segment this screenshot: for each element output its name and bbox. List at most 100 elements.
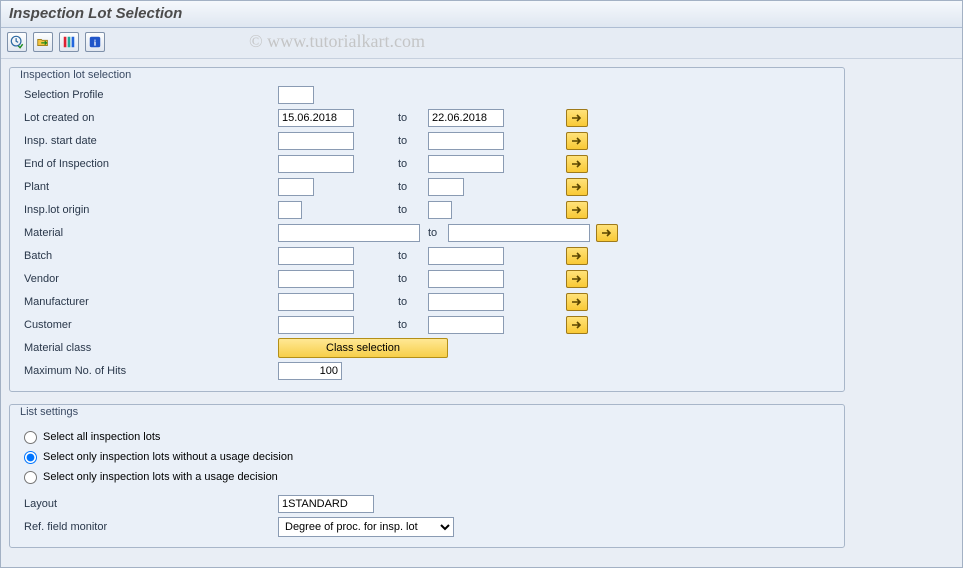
- multi-vendor[interactable]: [566, 270, 588, 288]
- multi-customer[interactable]: [566, 316, 588, 334]
- input-end-from[interactable]: [278, 155, 354, 173]
- input-batch-from[interactable]: [278, 247, 354, 265]
- input-vendor-from[interactable]: [278, 270, 354, 288]
- to-label-customer: to: [398, 319, 428, 331]
- row-plant: Plant to: [20, 176, 834, 198]
- input-manufacturer-to[interactable]: [428, 293, 504, 311]
- multi-material[interactable]: [596, 224, 618, 242]
- select-ref-monitor[interactable]: Degree of proc. for insp. lot: [278, 517, 454, 537]
- input-batch-to[interactable]: [428, 247, 504, 265]
- label-end-date: End of Inspection: [20, 158, 278, 170]
- input-lot-created-to[interactable]: [428, 109, 504, 127]
- multi-manufacturer[interactable]: [566, 293, 588, 311]
- app-root: Inspection Lot Selection © www.tutorialk…: [1, 1, 962, 567]
- clock-check-icon: [10, 35, 24, 49]
- row-start-date: Insp. start date to: [20, 130, 834, 152]
- arrow-right-icon: [571, 182, 583, 192]
- color-legend-button[interactable]: [59, 32, 79, 52]
- input-customer-to[interactable]: [428, 316, 504, 334]
- label-manufacturer: Manufacturer: [20, 296, 278, 308]
- multi-origin[interactable]: [566, 201, 588, 219]
- to-label-plant: to: [398, 181, 428, 193]
- class-selection-button[interactable]: Class selection: [278, 338, 448, 358]
- label-batch: Batch: [20, 250, 278, 262]
- radio-label-2: Select only inspection lots without a us…: [43, 451, 293, 463]
- label-vendor: Vendor: [20, 273, 278, 285]
- row-lot-created: Lot created on to: [20, 107, 834, 129]
- folder-arrow-icon: [36, 35, 50, 49]
- label-max-hits: Maximum No. of Hits: [20, 365, 278, 377]
- label-material-class: Material class: [20, 342, 278, 354]
- radio-label-3: Select only inspection lots with a usage…: [43, 471, 278, 483]
- group2-title: List settings: [16, 406, 82, 418]
- label-customer: Customer: [20, 319, 278, 331]
- row-customer: Customer to: [20, 314, 834, 336]
- radio-select-all[interactable]: [24, 431, 37, 444]
- radio-row-2: Select only inspection lots without a us…: [20, 447, 834, 467]
- info-button[interactable]: i: [85, 32, 105, 52]
- multi-lot-created[interactable]: [566, 109, 588, 127]
- row-selection-profile: Selection Profile: [20, 84, 834, 106]
- row-origin: Insp.lot origin to: [20, 199, 834, 221]
- label-origin: Insp.lot origin: [20, 204, 278, 216]
- row-vendor: Vendor to: [20, 268, 834, 290]
- radio-label-1: Select all inspection lots: [43, 431, 160, 443]
- input-origin-to[interactable]: [428, 201, 452, 219]
- input-customer-from[interactable]: [278, 316, 354, 334]
- row-ref-monitor: Ref. field monitor Degree of proc. for i…: [20, 516, 834, 538]
- multi-start[interactable]: [566, 132, 588, 150]
- arrow-right-icon: [601, 228, 613, 238]
- content: Inspection lot selection Selection Profi…: [1, 59, 962, 568]
- arrow-right-icon: [571, 159, 583, 169]
- input-plant-to[interactable]: [428, 178, 464, 196]
- group1-title: Inspection lot selection: [16, 69, 135, 81]
- arrow-right-icon: [571, 136, 583, 146]
- get-variant-button[interactable]: [33, 32, 53, 52]
- input-material-from[interactable]: [278, 224, 420, 242]
- title-bar: Inspection Lot Selection: [1, 1, 962, 28]
- to-label-origin: to: [398, 204, 428, 216]
- arrow-right-icon: [571, 113, 583, 123]
- to-label-material: to: [428, 227, 448, 239]
- input-material-to[interactable]: [448, 224, 590, 242]
- to-label-manufacturer: to: [398, 296, 428, 308]
- input-manufacturer-from[interactable]: [278, 293, 354, 311]
- input-layout[interactable]: [278, 495, 374, 513]
- radio-with-ud[interactable]: [24, 471, 37, 484]
- row-max-hits: Maximum No. of Hits: [20, 360, 834, 382]
- arrow-right-icon: [571, 274, 583, 284]
- list-settings-group: List settings Select all inspection lots…: [9, 404, 845, 548]
- row-batch: Batch to: [20, 245, 834, 267]
- execute-button[interactable]: [7, 32, 27, 52]
- input-end-to[interactable]: [428, 155, 504, 173]
- page-title: Inspection Lot Selection: [9, 5, 954, 22]
- input-start-from[interactable]: [278, 132, 354, 150]
- arrow-right-icon: [571, 320, 583, 330]
- input-vendor-to[interactable]: [428, 270, 504, 288]
- input-origin-from[interactable]: [278, 201, 302, 219]
- label-layout: Layout: [20, 498, 278, 510]
- to-label-end: to: [398, 158, 428, 170]
- row-layout: Layout: [20, 493, 834, 515]
- multi-plant[interactable]: [566, 178, 588, 196]
- row-material: Material to: [20, 222, 834, 244]
- label-ref-monitor: Ref. field monitor: [20, 521, 278, 533]
- toolbar: i: [1, 28, 962, 59]
- input-start-to[interactable]: [428, 132, 504, 150]
- label-start-date: Insp. start date: [20, 135, 278, 147]
- input-max-hits[interactable]: [278, 362, 342, 380]
- arrow-right-icon: [571, 205, 583, 215]
- radio-without-ud[interactable]: [24, 451, 37, 464]
- input-plant-from[interactable]: [278, 178, 314, 196]
- input-lot-created-from[interactable]: [278, 109, 354, 127]
- multi-batch[interactable]: [566, 247, 588, 265]
- color-bars-icon: [62, 35, 76, 49]
- radio-row-1: Select all inspection lots: [20, 427, 834, 447]
- info-icon: i: [88, 35, 102, 49]
- input-selection-profile[interactable]: [278, 86, 314, 104]
- multi-end[interactable]: [566, 155, 588, 173]
- row-manufacturer: Manufacturer to: [20, 291, 834, 313]
- to-label-created: to: [398, 112, 428, 124]
- to-label-vendor: to: [398, 273, 428, 285]
- label-material: Material: [20, 227, 278, 239]
